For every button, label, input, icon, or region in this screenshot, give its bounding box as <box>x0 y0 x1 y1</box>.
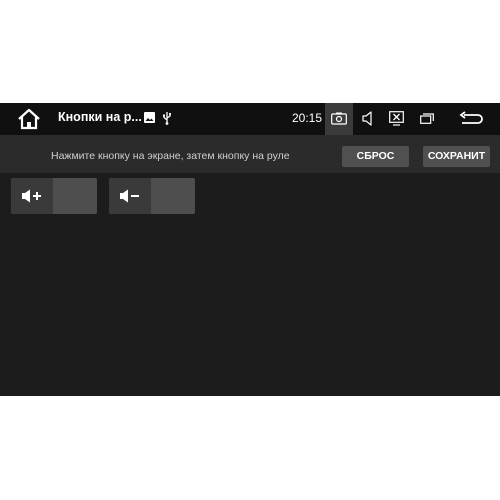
volume-down-key[interactable] <box>109 178 195 214</box>
volume-up-key[interactable] <box>11 178 97 214</box>
app-screen: Кнопки на р... 20:15 Нажмите кнопку на э… <box>0 103 500 396</box>
clock: 20:15 <box>292 111 323 125</box>
window-icon[interactable] <box>420 113 434 124</box>
save-button[interactable]: СОХРАНИТ <box>423 146 490 167</box>
close-screen-icon[interactable] <box>389 111 404 126</box>
status-bar: Кнопки на р... 20:15 <box>0 103 500 135</box>
volume-icon[interactable] <box>362 111 374 126</box>
volume-down-icon <box>120 189 139 203</box>
page-title: Кнопки на р... <box>58 110 142 124</box>
back-icon[interactable] <box>459 111 483 127</box>
reset-button[interactable]: СБРОС <box>342 146 409 167</box>
usb-icon <box>163 112 172 125</box>
home-icon[interactable] <box>17 108 41 130</box>
camera-icon[interactable] <box>331 112 347 125</box>
image-icon <box>144 112 155 123</box>
instruction-text: Нажмите кнопку на экране, затем кнопку н… <box>51 150 290 162</box>
volume-up-icon <box>22 189 41 203</box>
